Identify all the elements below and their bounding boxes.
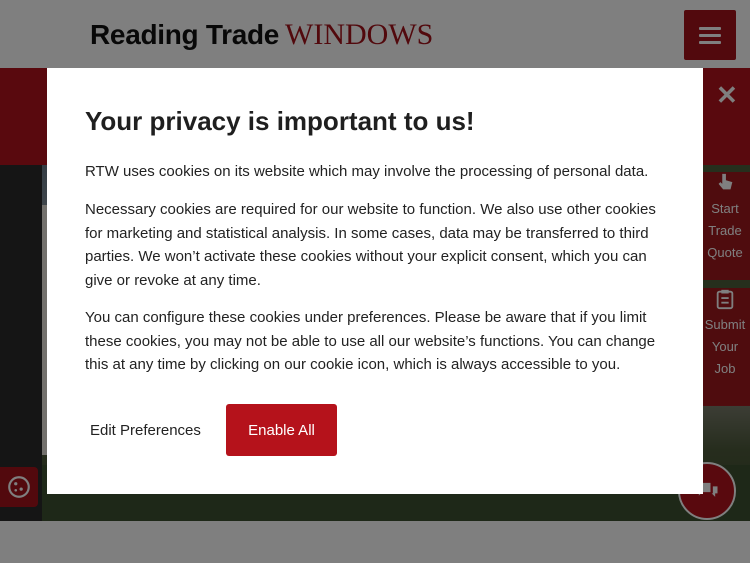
privacy-consent-modal: Your privacy is important to us! RTW use… — [47, 68, 703, 494]
edit-preferences-button[interactable]: Edit Preferences — [83, 404, 208, 456]
modal-paragraph-intro: RTW uses cookies on its website which ma… — [85, 163, 649, 180]
modal-paragraph-necessary-cookies: Necessary cookies are required for our w… — [85, 201, 656, 289]
enable-all-button[interactable]: Enable All — [226, 404, 337, 456]
modal-title: Your privacy is important to us! — [85, 106, 475, 136]
modal-paragraph-preferences: You can configure these cookies under pr… — [85, 309, 656, 373]
